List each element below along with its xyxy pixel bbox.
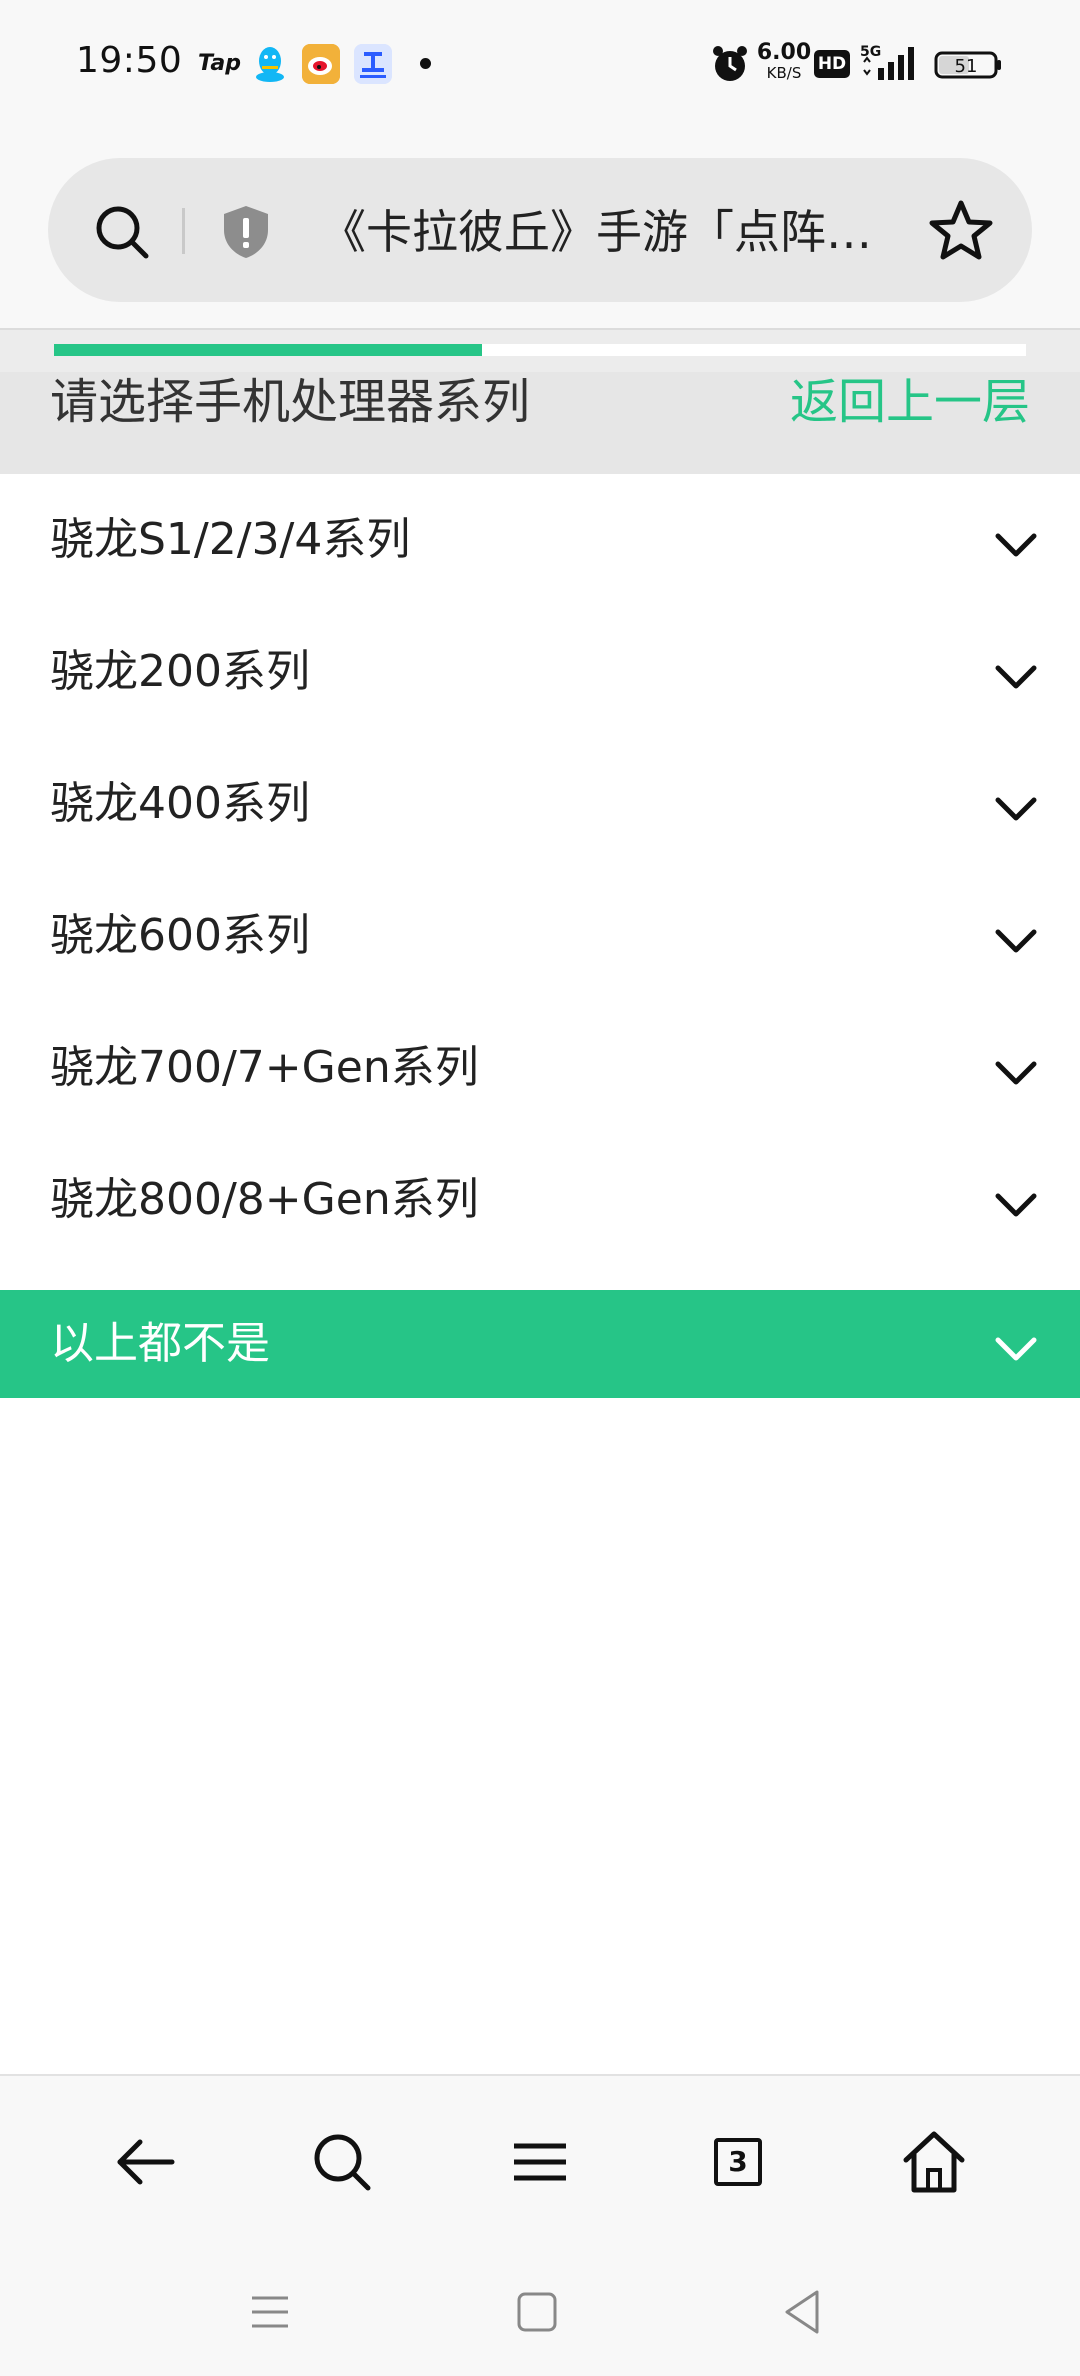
menu-icon[interactable] bbox=[504, 2126, 576, 2198]
list-item-label: 骁龙400系列 bbox=[50, 778, 310, 829]
chevron-down-icon bbox=[995, 797, 1037, 821]
search-icon[interactable] bbox=[92, 202, 152, 262]
chevron-down-icon bbox=[995, 1337, 1037, 1361]
network-type-label: 5G bbox=[860, 44, 881, 60]
qq-icon bbox=[256, 47, 284, 82]
home-square-icon[interactable] bbox=[507, 2282, 567, 2342]
list-item-label: 以上都不是 bbox=[50, 1318, 270, 1369]
dot-icon bbox=[420, 58, 431, 69]
chevron-down-icon bbox=[995, 533, 1037, 557]
alarm-icon bbox=[713, 46, 747, 81]
list-item-selected[interactable]: 以上都不是 bbox=[0, 1290, 1080, 1398]
page-url-title[interactable]: 《卡拉彼丘》手游「点阵… bbox=[320, 202, 930, 262]
bookmark-star-icon[interactable] bbox=[928, 198, 994, 264]
list-item-label: 骁龙S1/2/3/4系列 bbox=[50, 514, 411, 565]
shield-icon[interactable] bbox=[220, 204, 272, 260]
list-item-label: 骁龙200系列 bbox=[50, 646, 310, 697]
list-item[interactable]: 骁龙600系列 bbox=[0, 870, 1080, 1002]
status-bar: 19:50 Tap 6.00 KB/S HD 5G 51 bbox=[0, 0, 1080, 130]
app-root: 19:50 Tap 6.00 KB/S HD 5G 51 《卡拉彼丘》手游「点阵… bbox=[0, 0, 1080, 2376]
recents-icon[interactable] bbox=[240, 2282, 300, 2342]
address-bar[interactable]: 《卡拉彼丘》手游「点阵… bbox=[48, 158, 1032, 302]
list-item[interactable]: 骁龙200系列 bbox=[0, 606, 1080, 738]
status-time: 19:50 bbox=[76, 40, 183, 81]
network-speed-value: 6.00 bbox=[756, 40, 812, 65]
signal-5g-icon: 5G bbox=[860, 44, 914, 80]
chevron-down-icon bbox=[995, 665, 1037, 689]
page-progress-bar bbox=[54, 344, 1026, 356]
page-header: 请选择手机处理器系列 返回上一层 bbox=[0, 372, 1080, 474]
battery-level: 51 bbox=[955, 56, 978, 77]
list-item[interactable]: 骁龙400系列 bbox=[0, 738, 1080, 870]
tap-icon: Tap bbox=[198, 51, 241, 76]
tabs-icon[interactable]: 3 bbox=[700, 2126, 772, 2198]
tabs-count: 3 bbox=[714, 2138, 762, 2186]
weibo-icon bbox=[302, 44, 340, 84]
page-progress-fill bbox=[54, 344, 482, 356]
list-item-label: 骁龙600系列 bbox=[50, 910, 310, 961]
browser-toolbar: 3 bbox=[0, 2074, 1080, 2246]
chevron-down-icon bbox=[995, 1193, 1037, 1217]
back-arrow-icon[interactable] bbox=[110, 2126, 182, 2198]
system-nav-bar bbox=[0, 2246, 1080, 2376]
network-speed: 6.00 KB/S bbox=[756, 42, 812, 86]
back-triangle-icon[interactable] bbox=[773, 2282, 833, 2342]
list-item-label: 骁龙800/8+Gen系列 bbox=[50, 1174, 479, 1225]
chevron-down-icon bbox=[995, 929, 1037, 953]
list-item[interactable]: 骁龙S1/2/3/4系列 bbox=[0, 474, 1080, 606]
list-item[interactable]: 骁龙800/8+Gen系列 bbox=[0, 1134, 1080, 1266]
search-icon[interactable] bbox=[306, 2126, 378, 2198]
page-title: 请选择手机处理器系列 bbox=[50, 374, 531, 430]
chevron-down-icon bbox=[995, 1061, 1037, 1085]
processor-series-list: 骁龙S1/2/3/4系列 骁龙200系列 骁龙400系列 骁龙600系列 骁龙7… bbox=[0, 474, 1080, 2076]
back-up-level-link[interactable]: 返回上一层 bbox=[790, 372, 1030, 432]
home-icon[interactable] bbox=[898, 2126, 970, 2198]
xiaobao-icon bbox=[354, 44, 392, 84]
list-item[interactable]: 骁龙700/7+Gen系列 bbox=[0, 1002, 1080, 1134]
list-item-label: 骁龙700/7+Gen系列 bbox=[50, 1042, 479, 1093]
network-speed-unit: KB/S bbox=[766, 64, 802, 82]
hd-icon: HD bbox=[814, 50, 850, 78]
battery-icon: 51 bbox=[934, 51, 1001, 79]
address-divider bbox=[182, 208, 185, 254]
